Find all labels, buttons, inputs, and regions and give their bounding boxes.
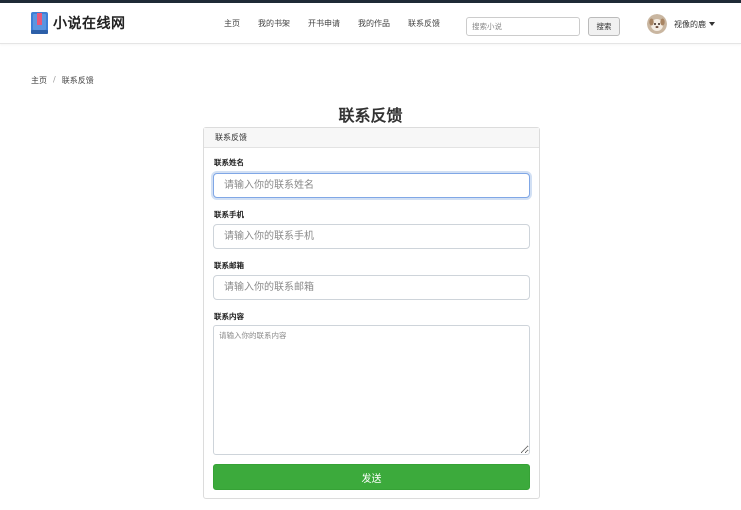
feedback-form-card: 联系反馈 联系姓名 联系手机 联系邮箱 联系内容 发送 bbox=[203, 127, 540, 499]
search-input[interactable] bbox=[466, 17, 580, 36]
avatar bbox=[647, 14, 667, 34]
nav-link-feedback[interactable]: 联系反馈 bbox=[408, 18, 440, 29]
user-menu[interactable]: 视像的鹿 bbox=[647, 14, 715, 34]
email-label: 联系邮箱 bbox=[214, 261, 244, 270]
name-input[interactable] bbox=[213, 173, 530, 198]
top-navbar: 小说在线网 主页 我的书架 开书申请 我的作品 联系反馈 搜索 视像的鹿 bbox=[0, 3, 741, 44]
card-header: 联系反馈 bbox=[204, 128, 539, 148]
nav-link-home[interactable]: 主页 bbox=[224, 18, 240, 29]
breadcrumb: 主页 / 联系反馈 bbox=[31, 75, 94, 86]
content-label: 联系内容 bbox=[214, 312, 244, 321]
brand-logo[interactable]: 小说在线网 bbox=[31, 12, 126, 34]
phone-label: 联系手机 bbox=[214, 210, 244, 219]
brand-name: 小说在线网 bbox=[53, 16, 126, 32]
nav-links: 主页 我的书架 开书申请 我的作品 联系反馈 bbox=[224, 18, 458, 29]
phone-input[interactable] bbox=[213, 224, 530, 249]
email-input[interactable] bbox=[213, 275, 530, 300]
content-textarea[interactable] bbox=[213, 325, 530, 455]
breadcrumb-current: 联系反馈 bbox=[61, 76, 94, 85]
book-icon bbox=[31, 12, 48, 34]
name-label: 联系姓名 bbox=[214, 158, 244, 167]
breadcrumb-separator: / bbox=[53, 75, 56, 84]
send-button[interactable]: 发送 bbox=[213, 464, 530, 490]
search-button[interactable]: 搜索 bbox=[588, 17, 620, 36]
caret-down-icon bbox=[709, 22, 715, 26]
nav-link-bookshelf[interactable]: 我的书架 bbox=[258, 18, 290, 29]
page-title: 联系反馈 bbox=[338, 106, 403, 125]
nav-link-apply[interactable]: 开书申请 bbox=[308, 18, 340, 29]
nav-link-my-works[interactable]: 我的作品 bbox=[358, 18, 390, 29]
username: 视像的鹿 bbox=[674, 19, 706, 29]
breadcrumb-home[interactable]: 主页 bbox=[31, 75, 47, 86]
